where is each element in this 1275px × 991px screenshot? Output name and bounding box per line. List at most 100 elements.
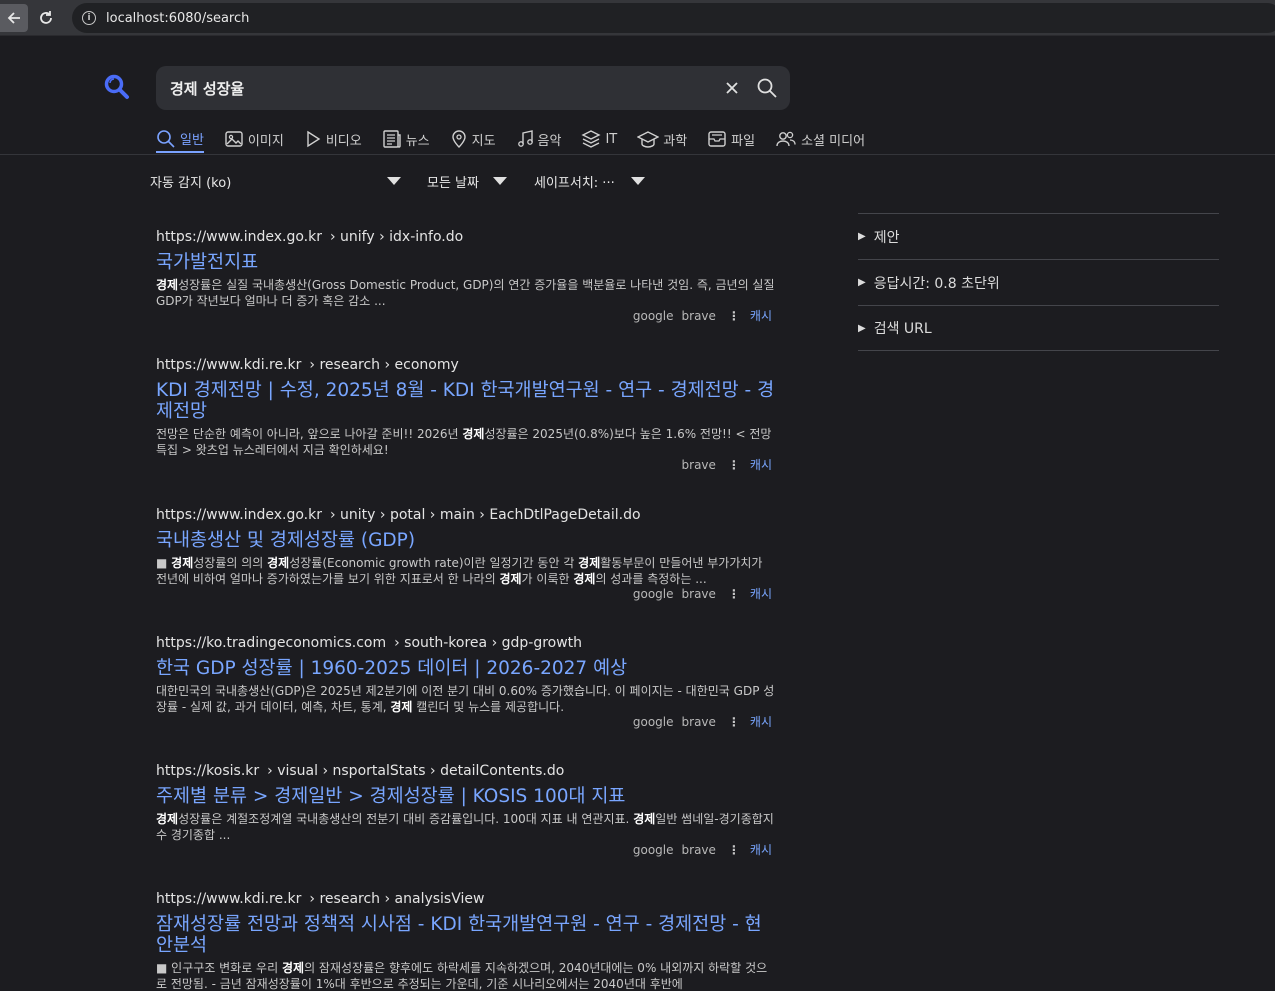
- result-path: › unity › potal › main › EachDtlPageDeta…: [329, 507, 641, 523]
- tab-label: 과학: [663, 133, 688, 149]
- tab-label: 이미지: [247, 133, 284, 149]
- searxng-logo[interactable]: [104, 74, 130, 104]
- tab-images[interactable]: 이미지: [224, 126, 284, 152]
- results-list: https://www.index.go.kr › unify › idx-inf…: [156, 226, 776, 991]
- time-range-select[interactable]: 모든 날짜: [427, 170, 509, 192]
- result-url[interactable]: https://www.kdi.re.kr › research › econom…: [156, 354, 776, 376]
- result-url[interactable]: https://www.index.go.kr › unity › potal ›…: [156, 504, 776, 526]
- result-title-link[interactable]: KDI 경제전망 | 수정, 2025년 8월 - KDI 한국개발연구원 - …: [156, 380, 776, 422]
- tab-music[interactable]: 음악: [516, 126, 562, 152]
- engine-label: google: [632, 842, 674, 857]
- tab-news[interactable]: 뉴스: [382, 126, 430, 152]
- suggestions-toggle[interactable]: ▶ 제안: [858, 213, 1219, 259]
- triangle-right-icon: ▶: [858, 277, 866, 288]
- engine-label: google: [632, 586, 674, 601]
- tab-files[interactable]: 파일: [707, 126, 755, 152]
- users-icon: [776, 131, 796, 147]
- tab-videos[interactable]: 비디오: [304, 126, 362, 152]
- result-title-link[interactable]: 한국 GDP 성장률 | 1960-2025 데이터 | 2026-2027 예…: [156, 658, 776, 679]
- more-vertical-icon[interactable]: ⋮: [728, 309, 740, 323]
- result-engines: brave ⋮ 캐시: [674, 456, 772, 473]
- search-url-toggle[interactable]: ▶ 검색 URL: [858, 305, 1219, 351]
- search-result: https://www.kdi.re.kr › research › analys…: [156, 888, 776, 991]
- result-title-link[interactable]: 잠재성장률 전망과 정책적 시사점 - KDI 한국개발연구원 - 연구 - 경…: [156, 914, 776, 956]
- result-url[interactable]: https://www.index.go.kr › unify › idx-inf…: [156, 226, 776, 248]
- result-title-link[interactable]: 국내총생산 및 경제성장률 (GDP): [156, 530, 776, 551]
- search-input[interactable]: [170, 66, 710, 110]
- tab-social-media[interactable]: 소셜 미디어: [775, 126, 865, 152]
- search-icon: [757, 78, 777, 98]
- result-domain: https://ko.tradingeconomics.com: [156, 635, 387, 651]
- tab-it[interactable]: IT: [581, 126, 617, 152]
- cache-link[interactable]: 캐시: [750, 841, 772, 858]
- chevron-down-icon: [631, 177, 645, 185]
- magnifier-logo-icon: [104, 74, 129, 99]
- search-submit-button[interactable]: [756, 77, 778, 99]
- result-snippet: ■ 경제성장률의 의의 경제성장률(Economic growth rate)이…: [156, 556, 763, 586]
- search-result: https://ko.tradingeconomics.com › south-k…: [156, 632, 776, 760]
- arrow-left-icon: [7, 12, 20, 24]
- sidebar-item-label: 제안: [873, 229, 900, 246]
- search-icon: [157, 129, 175, 148]
- engine-label: google: [632, 308, 674, 323]
- more-vertical-icon[interactable]: ⋮: [728, 715, 740, 729]
- chevron-down-icon: [387, 177, 401, 185]
- address-bar[interactable]: i localhost:6080/search: [72, 3, 1275, 33]
- sidebar: ▶ 제안 ▶ 응답시간: 0.8 초단위 ▶ 검색 URL: [858, 213, 1219, 351]
- inbox-icon: [708, 131, 726, 147]
- clear-search-button[interactable]: [722, 78, 742, 98]
- result-domain: https://kosis.kr: [156, 763, 260, 779]
- safesearch-select[interactable]: 세이프서치: ···: [534, 170, 646, 192]
- safesearch-select-value: 세이프서치: ···: [534, 175, 615, 191]
- triangle-right-icon: ▶: [858, 231, 866, 242]
- category-tabs: 일반 이미지 비디오 뉴스 지도 음악 IT 과학 파일 소셜 미디어: [156, 126, 885, 154]
- tab-map[interactable]: 지도: [450, 126, 496, 152]
- result-url[interactable]: https://ko.tradingeconomics.com › south-k…: [156, 632, 776, 654]
- address-url: localhost:6080/search: [106, 10, 250, 26]
- music-icon: [517, 130, 533, 147]
- tab-science[interactable]: 과학: [637, 126, 687, 152]
- more-vertical-icon[interactable]: ⋮: [728, 458, 740, 472]
- image-icon: [225, 131, 243, 147]
- tab-label: 뉴스: [405, 133, 430, 149]
- more-vertical-icon[interactable]: ⋮: [728, 587, 740, 601]
- cache-link[interactable]: 캐시: [750, 585, 772, 602]
- engine-label: brave: [681, 842, 716, 857]
- site-info-icon[interactable]: i: [82, 11, 96, 25]
- map-pin-icon: [451, 130, 466, 148]
- result-domain: https://www.kdi.re.kr: [156, 357, 302, 373]
- cache-link[interactable]: 캐시: [750, 713, 772, 730]
- result-url[interactable]: https://www.kdi.re.kr › research › analys…: [156, 888, 776, 910]
- engine-label: brave: [681, 714, 716, 729]
- sidebar-item-label: 검색 URL: [873, 321, 932, 337]
- result-snippet: 전망은 단순한 예측이 아니라, 앞으로 나아갈 준비!! 2026년 경제성장…: [156, 427, 772, 457]
- play-icon: [307, 130, 321, 148]
- engine-label: google: [632, 714, 674, 729]
- language-select[interactable]: 자동 감지 (ko): [150, 170, 402, 192]
- cache-link[interactable]: 캐시: [750, 307, 772, 324]
- sidebar-item-label: 응답시간: 0.8 초단위: [873, 275, 1000, 292]
- tab-general[interactable]: 일반: [156, 126, 204, 153]
- newspaper-icon: [383, 130, 401, 148]
- result-url[interactable]: https://kosis.kr › visual › nsportalStats…: [156, 760, 776, 782]
- result-engines: google brave ⋮ 캐시: [625, 585, 772, 602]
- result-title-link[interactable]: 주제별 분류 > 경제일반 > 경제성장률 | KOSIS 100대 지표: [156, 786, 776, 807]
- back-button[interactable]: [0, 4, 28, 32]
- browser-toolbar: i localhost:6080/search: [0, 0, 1275, 36]
- response-time-toggle[interactable]: ▶ 응답시간: 0.8 초단위: [858, 259, 1219, 305]
- graduation-cap-icon: [637, 131, 660, 148]
- search-result: https://www.index.go.kr › unify › idx-inf…: [156, 226, 776, 354]
- tab-label: IT: [605, 131, 618, 147]
- cache-link[interactable]: 캐시: [750, 456, 772, 473]
- result-title-link[interactable]: 국가발전지표: [156, 252, 776, 273]
- more-vertical-icon[interactable]: ⋮: [728, 843, 740, 857]
- reload-button[interactable]: [32, 4, 60, 32]
- tab-label: 파일: [731, 133, 756, 149]
- engine-label: brave: [681, 457, 716, 472]
- result-path: › research › economy: [309, 357, 459, 373]
- engine-label: brave: [681, 586, 716, 601]
- tab-label: 음악: [537, 133, 562, 149]
- result-path: › south-korea › gdp-growth: [394, 635, 583, 651]
- triangle-right-icon: ▶: [858, 322, 866, 334]
- result-path: › research › analysisView: [309, 891, 485, 907]
